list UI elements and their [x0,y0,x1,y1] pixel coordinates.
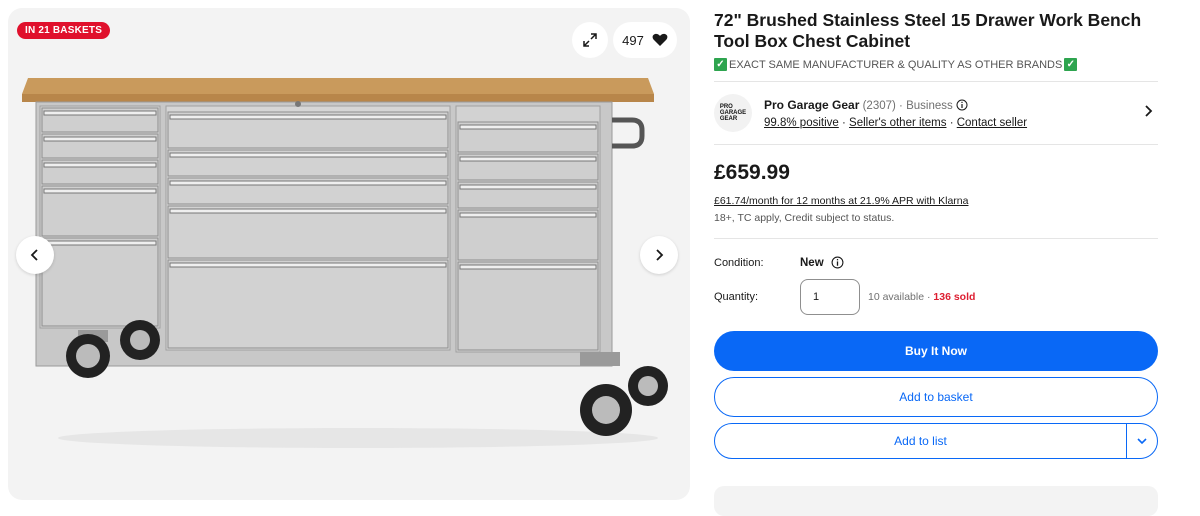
next-image-button[interactable] [640,236,678,274]
separator-dot: · [949,116,954,129]
seller-name[interactable]: Pro Garage Gear [764,98,859,112]
availability: 10 available · 136 sold [868,291,975,303]
contact-seller-link[interactable]: Contact seller [957,117,1027,129]
listing-details: 72" Brushed Stainless Steel 15 Drawer Wo… [714,0,1158,516]
watch-button[interactable]: 497 [613,22,677,58]
condition-row: Condition: New [714,256,1158,269]
klarna-link[interactable]: £61.74/month for 12 months at 21.9% APR … [714,195,1158,207]
price: £659.99 [714,161,790,184]
seller-other-items-link[interactable]: Seller's other items [849,117,946,129]
listing-subtitle: ✓ EXACT SAME MANUFACTURER & QUALITY AS O… [714,58,1158,71]
add-to-list-split-button: Add to list [714,423,1158,459]
info-icon[interactable] [831,256,844,269]
seller-card[interactable]: PRO GARAGE GEAR Pro Garage Gear (2307) ·… [714,82,1158,144]
chevron-left-icon [30,249,38,261]
available-count: 10 available · [868,291,931,303]
image-gallery[interactable]: IN 21 BASKETS 497 [8,8,690,500]
check-icon: ✓ [1064,58,1078,71]
product-image[interactable] [8,8,690,500]
seller-logo: PRO GARAGE GEAR [714,94,752,132]
seller-positive-link[interactable]: 99.8% positive [764,117,839,129]
bottom-card [714,486,1158,516]
finance-terms: 18+, TC apply, Credit subject to status. [714,212,895,224]
expand-icon [583,33,597,47]
separator-dot: · [842,116,846,129]
add-to-basket-button[interactable]: Add to basket [714,377,1158,417]
add-to-list-dropdown[interactable] [1127,424,1157,458]
seller-info: Pro Garage Gear (2307) · Business 99.8% … [764,98,1027,129]
info-icon[interactable] [956,99,968,111]
heart-icon [652,33,668,46]
listing-title: 72" Brushed Stainless Steel 15 Drawer Wo… [714,10,1142,51]
sold-count: 136 sold [933,291,976,303]
chevron-right-icon [656,249,664,261]
divider [714,144,1158,145]
watch-count: 497 [622,32,644,48]
seller-feedback-count: (2307) [862,99,896,112]
add-to-list-button[interactable]: Add to list [715,424,1127,458]
previous-image-button[interactable] [16,236,54,274]
chevron-down-icon [1137,438,1147,445]
condition-label: Condition: [714,256,764,269]
quantity-label: Quantity: [714,291,759,303]
quantity-input[interactable] [800,279,860,315]
check-icon: ✓ [714,58,727,71]
chevron-right-icon[interactable] [1142,104,1154,118]
expand-button[interactable] [572,22,608,58]
subtitle-text: EXACT SAME MANUFACTURER & QUALITY AS OTH… [729,58,1063,71]
buy-it-now-button[interactable]: Buy It Now [714,331,1158,371]
seller-type: · Business [899,99,953,112]
basket-count-badge: IN 21 BASKETS [17,22,111,39]
quantity-row: Quantity: 10 available · 136 sold [714,279,1158,315]
condition-value: New [800,256,824,269]
divider [714,238,1158,239]
logo-text: GEAR [719,116,738,122]
